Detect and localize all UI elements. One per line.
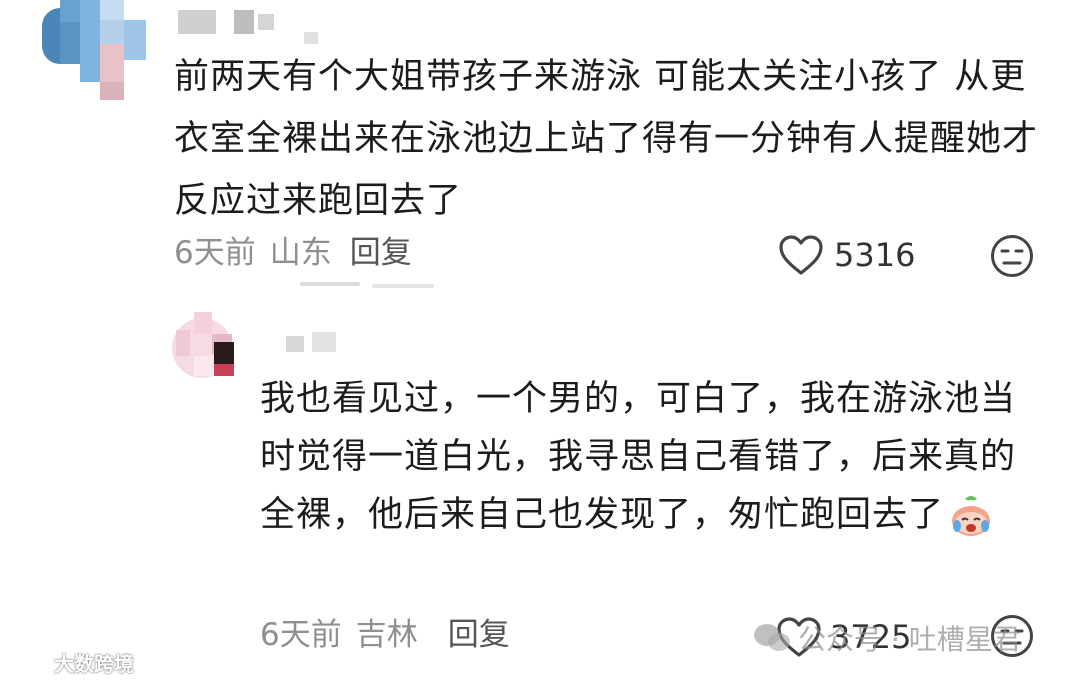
avatar-blurred[interactable] [172,312,248,384]
reply-button[interactable]: 回复 [350,235,412,271]
username-redacted[interactable] [178,10,318,44]
crying-laughing-sticker-icon [952,496,991,536]
unamused-face-icon[interactable] [990,234,1034,278]
comment-time: 6天前 [174,235,256,271]
comment-text: 前两天有个大姐带孩子来游泳 可能太关注小孩了 从更衣室全裸出来在泳池边上站了得有… [174,57,1039,221]
comment-meta: 6天前 山东 回复 [174,228,412,278]
reply-meta: 6天前 吉林 回复 [260,610,510,660]
heart-outline-icon [779,235,823,275]
wechat-icon [754,624,790,651]
watermark-left: 大数跨境 [8,648,134,676]
watermark-right: 公众号 · 吐槽星君 [752,618,1021,658]
logo-icon [8,653,48,671]
like-button[interactable]: 5316 [778,230,915,280]
reply-time: 6天前 [260,617,342,653]
avatar-blurred[interactable] [42,0,160,100]
reply-button[interactable]: 回复 [448,617,510,653]
watermark-right-text: 公众号 · 吐槽星君 [798,623,1021,656]
reply-location: 吉林 [355,617,418,653]
comment-location: 山东 [269,235,332,271]
username-redacted[interactable] [286,332,346,354]
reply-text: 我也看见过，一个男的，可白了，我在游泳池当时觉得一道白光，我寻思自己看错了，后来… [260,370,1050,544]
reply-text-body: 我也看见过，一个男的，可白了，我在游泳池当时觉得一道白光，我寻思自己看错了，后来… [260,379,1017,535]
like-count: 5316 [834,236,916,274]
watermark-left-text: 大数跨境 [54,651,134,676]
